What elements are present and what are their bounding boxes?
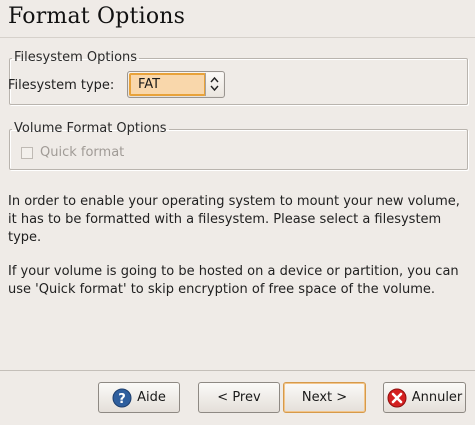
filesystem-type-spinner[interactable] — [205, 73, 223, 96]
filesystem-type-value: FAT — [129, 73, 206, 96]
help-button[interactable]: ? Aide — [98, 382, 180, 413]
help-icon: ? — [112, 388, 132, 408]
prev-button-label: < Prev — [217, 390, 261, 405]
prev-button[interactable]: < Prev — [198, 382, 280, 413]
quick-format-checkbox[interactable] — [21, 147, 33, 159]
instructions-paragraph-1: In order to enable your operating system… — [8, 194, 460, 245]
next-button-label: Next > — [301, 390, 348, 405]
next-button[interactable]: Next > — [283, 382, 366, 413]
instructions-paragraph-2: If your volume is going to be hosted on … — [8, 264, 459, 297]
svg-text:?: ? — [118, 392, 126, 407]
cancel-button-label: Annuler — [411, 390, 463, 405]
cancel-button[interactable]: Annuler — [383, 382, 466, 413]
volume-format-options-legend: Volume Format Options — [14, 121, 167, 136]
cancel-icon — [387, 388, 407, 408]
filesystem-type-label: Filesystem type: — [8, 78, 115, 93]
up-down-arrows-icon — [210, 76, 219, 92]
page-title: Format Options — [8, 4, 186, 29]
help-button-label: Aide — [137, 390, 166, 405]
filesystem-options-legend: Filesystem Options — [14, 50, 138, 65]
content-panel: Filesystem Options Filesystem type: FAT … — [0, 37, 475, 371]
quick-format-label: Quick format — [40, 145, 125, 160]
filesystem-type-select[interactable]: FAT — [127, 71, 225, 98]
